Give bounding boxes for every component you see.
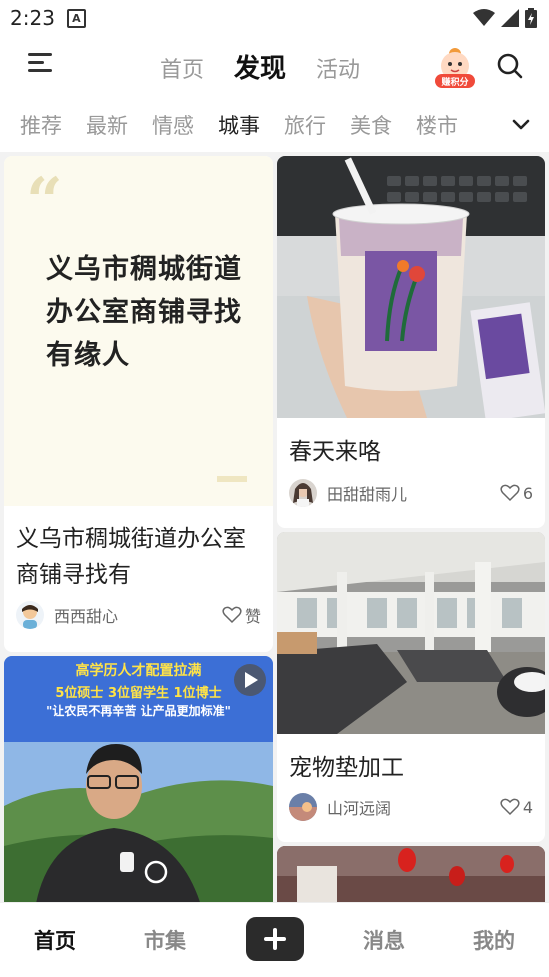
status-bar: 2:23 A: [0, 0, 549, 36]
avatar[interactable]: [16, 601, 44, 629]
video-subline: 5位硕士 3位留学生 1位博士: [55, 686, 222, 701]
category-bar: 推荐 最新 情感 城事 旅行 美食 楼市: [0, 98, 549, 152]
quote-cover: “ 义乌市稠城街道办公室商铺寻找有缘人: [4, 156, 273, 506]
post-image: [277, 156, 545, 418]
header-tabs: 首页 发现 活动: [160, 48, 360, 85]
like-count: 6: [522, 483, 533, 503]
quote-mark-icon: “: [26, 164, 63, 239]
category-recommend[interactable]: 推荐: [20, 110, 62, 140]
post-title: 春天来咯: [289, 439, 381, 465]
create-post-button[interactable]: [246, 917, 304, 961]
menu-icon[interactable]: [28, 50, 52, 74]
quote-decoration: [217, 476, 247, 482]
battery-icon: [525, 8, 537, 28]
avatar[interactable]: [289, 793, 317, 821]
video-slogan: "让农民不再辛苦 让产品更加标准": [46, 704, 231, 718]
post-card-shop[interactable]: “ 义乌市稠城街道办公室商铺寻找有缘人 义乌市稠城街道办公室商铺寻找有 西西甜心…: [4, 156, 273, 652]
post-image: [277, 532, 545, 734]
status-time: 2:23: [10, 6, 55, 30]
tab-home[interactable]: 首页: [160, 52, 204, 84]
avatar[interactable]: [289, 479, 317, 507]
heart-icon: [500, 798, 520, 816]
author-name[interactable]: 田甜甜雨儿: [327, 481, 500, 505]
bottom-nav: 首页 市集 消息 我的: [0, 902, 549, 977]
like-count: 赞: [244, 607, 261, 626]
wifi-icon: [473, 9, 495, 26]
like-count: 4: [522, 797, 533, 817]
post-card-pet-pad[interactable]: 宠物垫加工 山河远阔 4: [277, 532, 545, 842]
post-meta: 西西甜心 赞: [16, 600, 261, 630]
post-card-video[interactable]: 高学历人才配置拉满 5位硕士 3位留学生 1位博士 "让农民不再辛苦 让产品更加…: [4, 656, 273, 902]
post-card-partial[interactable]: [277, 846, 545, 902]
earn-points-button[interactable]: 赚积分: [432, 44, 478, 90]
tab-discover[interactable]: 发现: [234, 48, 286, 85]
category-travel[interactable]: 旅行: [284, 110, 326, 140]
category-latest[interactable]: 最新: [86, 110, 128, 140]
post-card-spring[interactable]: 春天来咯 田甜甜雨儿 6: [277, 156, 545, 528]
earn-points-label: 赚积分: [441, 78, 469, 88]
like-button[interactable]: 4: [500, 798, 533, 817]
author-name[interactable]: 山河远阔: [327, 795, 500, 819]
search-icon[interactable]: [496, 52, 524, 80]
video-headline: 高学历人才配置拉满: [75, 663, 202, 679]
post-title: 宠物垫加工: [289, 755, 404, 781]
notification-a-icon: A: [66, 8, 86, 28]
bottom-nav-messages[interactable]: 消息: [363, 925, 405, 955]
tab-activity[interactable]: 活动: [316, 52, 360, 84]
like-button[interactable]: 赞: [222, 603, 261, 627]
top-bar: 首页 发现 活动 赚积分: [0, 36, 549, 98]
bottom-nav-profile[interactable]: 我的: [473, 925, 515, 955]
bottom-nav-home[interactable]: 首页: [34, 925, 76, 955]
author-name[interactable]: 西西甜心: [54, 603, 222, 627]
post-meta: 山河远阔 4: [289, 792, 533, 822]
category-emotion[interactable]: 情感: [152, 110, 194, 140]
feed[interactable]: “ 义乌市稠城街道办公室商铺寻找有缘人 义乌市稠城街道办公室商铺寻找有 西西甜心…: [0, 152, 549, 902]
post-title: 义乌市稠城街道办公室商铺寻找有: [16, 526, 246, 588]
category-property[interactable]: 楼市: [416, 110, 458, 140]
category-list: 推荐 最新 情感 城事 旅行 美食 楼市: [20, 110, 458, 140]
category-food[interactable]: 美食: [350, 110, 392, 140]
chevron-down-icon[interactable]: [511, 114, 531, 134]
bottom-nav-market[interactable]: 市集: [144, 925, 186, 955]
quote-text: 义乌市稠城街道办公室商铺寻找有缘人: [46, 254, 242, 371]
signal-icon: [501, 9, 519, 27]
heart-icon: [222, 606, 242, 624]
heart-icon: [500, 484, 520, 502]
like-button[interactable]: 6: [500, 484, 533, 503]
category-city[interactable]: 城事: [218, 110, 260, 140]
post-image: [277, 846, 545, 902]
post-meta: 田甜甜雨儿 6: [289, 478, 533, 508]
